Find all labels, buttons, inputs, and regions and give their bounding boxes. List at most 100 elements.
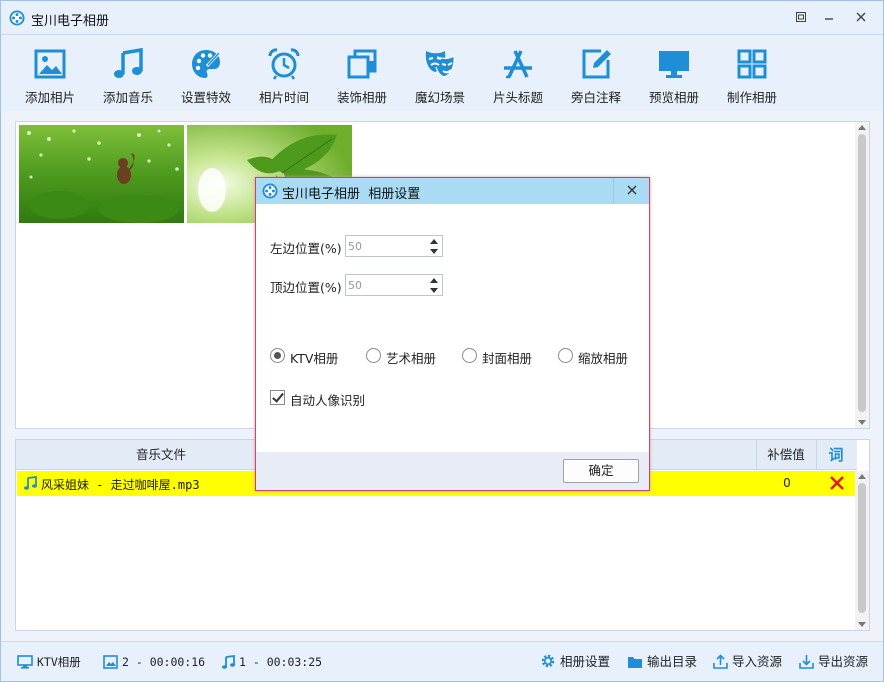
left-position-spinner[interactable]: 50 [345, 235, 443, 257]
download-icon [799, 655, 814, 669]
music-count-status: 1 - 00:03:25 [221, 653, 322, 671]
scroll-up-icon[interactable] [858, 125, 866, 130]
photo-count-status: 2 - 00:00:16 [103, 653, 205, 671]
film-reel-icon [9, 10, 25, 26]
scroll-down-icon[interactable] [858, 622, 866, 627]
scroll-thumb[interactable] [858, 483, 866, 613]
music-note-icon [24, 476, 37, 490]
spin-down-icon[interactable] [430, 249, 438, 254]
monitor-icon [17, 655, 33, 669]
album-mode-status: KTV相册 [17, 653, 81, 671]
add-photos-button[interactable]: 添加相片 [15, 47, 85, 107]
radio-icon [558, 348, 573, 363]
dialog-footer: 确定 [256, 452, 649, 490]
title-bar: 宝川电子相册 [1, 1, 883, 35]
image-icon [34, 49, 66, 79]
compensation-column-header[interactable]: 补偿值 [756, 440, 816, 470]
status-bar: KTV相册 2 - 00:00:16 1 - 00:03:25 相册设置 输出目… [1, 641, 883, 681]
album-settings-text: 相册设置 [560, 654, 611, 669]
add-music-button[interactable]: 添加音乐 [93, 47, 163, 107]
close-button[interactable] [849, 7, 873, 27]
music-note-icon [114, 47, 143, 78]
image-icon [103, 655, 118, 669]
spin-down-icon[interactable] [430, 288, 438, 293]
tool-label: 制作相册 [726, 90, 777, 105]
alarm-clock-icon [268, 48, 300, 80]
checkbox-label: 自动人像识别 [290, 393, 366, 408]
folder-icon [628, 657, 642, 668]
tool-label: 旁白注释 [570, 90, 621, 105]
left-position-value[interactable]: 50 [348, 240, 362, 253]
theater-mask-icon [425, 51, 455, 78]
film-reel-icon [262, 183, 278, 199]
top-position-spinner[interactable]: 50 [345, 274, 443, 296]
decorate-button[interactable]: 装饰相册 [327, 47, 397, 107]
delete-x-icon [830, 476, 844, 490]
tool-label: 预览相册 [648, 90, 699, 105]
narration-button[interactable]: 旁白注释 [561, 47, 631, 107]
photo-thumbnail[interactable] [19, 125, 184, 223]
dialog-close-button[interactable] [613, 178, 649, 204]
close-icon [856, 12, 866, 22]
music-count-text: 1 - 00:03:25 [239, 655, 323, 669]
import-resources-text: 导入资源 [732, 654, 783, 669]
window-title: 宝川电子相册 [31, 14, 110, 29]
scroll-thumb[interactable] [858, 134, 866, 412]
tool-label: 片头标题 [492, 90, 543, 105]
squirrel-photo [19, 125, 184, 223]
tool-label: 相片时间 [258, 90, 309, 105]
dialog-title: 宝川电子相册 相册设置 [282, 183, 420, 202]
left-position-label: 左边位置(%) [270, 241, 342, 256]
tool-label: 添加相片 [24, 90, 75, 105]
export-resources-link[interactable]: 导出资源 [799, 653, 868, 671]
checkbox-checked-icon [270, 390, 285, 405]
radio-selected-icon [270, 348, 285, 363]
upload-icon [713, 654, 728, 669]
app-store-a-icon [504, 50, 532, 79]
photo-scrollbar[interactable] [855, 122, 869, 428]
radio-label: KTV相册 [290, 351, 339, 366]
radio-icon [366, 348, 381, 363]
minimize-icon [825, 18, 833, 20]
radio-icon [462, 348, 477, 363]
album-settings-link[interactable]: 相册设置 [540, 653, 610, 671]
restore-icon [796, 12, 806, 22]
album-mode-text: KTV相册 [37, 655, 81, 669]
scroll-up-icon[interactable] [858, 474, 866, 479]
palette-icon [192, 50, 222, 78]
make-album-button[interactable]: 制作相册 [717, 47, 787, 107]
output-folder-text: 输出目录 [647, 654, 698, 669]
restore-button[interactable] [789, 7, 813, 27]
title-button[interactable]: 片头标题 [483, 47, 553, 107]
dialog-title-bar: 宝川电子相册 相册设置 [256, 178, 649, 204]
preview-button[interactable]: 预览相册 [639, 47, 709, 107]
tool-label: 添加音乐 [102, 90, 153, 105]
magic-scene-button[interactable]: 魔幻场景 [405, 47, 475, 107]
effects-button[interactable]: 设置特效 [171, 47, 241, 107]
import-resources-link[interactable]: 导入资源 [713, 653, 782, 671]
scroll-down-icon[interactable] [858, 420, 866, 425]
spin-up-icon[interactable] [430, 278, 438, 283]
compensation-value[interactable]: 0 [757, 476, 817, 490]
music-file-name: 风采姐妹 - 走过咖啡屋.mp3 [41, 478, 200, 492]
spin-up-icon[interactable] [430, 239, 438, 244]
export-resources-text: 导出资源 [818, 654, 869, 669]
music-scrollbar[interactable] [855, 471, 869, 630]
tool-label: 装饰相册 [336, 90, 387, 105]
top-position-value[interactable]: 50 [348, 279, 362, 292]
music-note-icon [222, 654, 235, 669]
main-toolbar: 添加相片 添加音乐 设置特效 相片时间 装饰相册 魔幻场景 片头标题 旁白注释 [1, 35, 883, 111]
gear-icon [541, 654, 555, 668]
album-settings-dialog: 宝川电子相册 相册设置 左边位置(%) 50 顶边位置(%) 50 KTV相册 … [255, 177, 650, 491]
ok-button[interactable]: 确定 [563, 459, 639, 483]
output-folder-link[interactable]: 输出目录 [627, 653, 697, 671]
layers-icon [347, 49, 377, 79]
photo-time-button[interactable]: 相片时间 [249, 47, 319, 107]
tool-label: 设置特效 [180, 90, 231, 105]
delete-music-button[interactable] [825, 473, 849, 493]
tool-label: 魔幻场景 [414, 90, 465, 105]
dialog-title-text: 相册设置 [368, 187, 421, 202]
lyrics-column-header[interactable]: 词 [816, 440, 856, 470]
minimize-button[interactable] [817, 7, 841, 27]
radio-label: 缩放相册 [578, 351, 629, 366]
